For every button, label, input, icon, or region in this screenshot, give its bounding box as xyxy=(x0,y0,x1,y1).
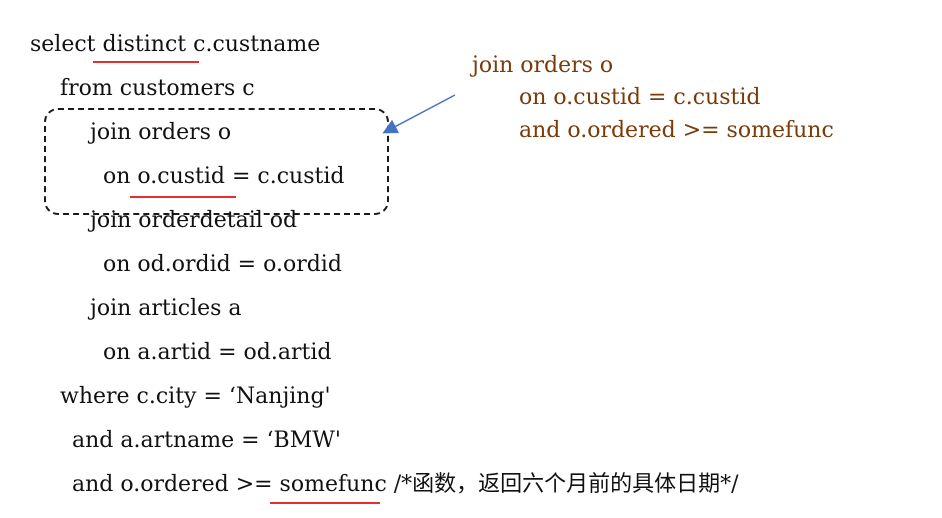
annotation-arrow xyxy=(382,94,456,134)
annotation-line-and: and o.ordered >= somefunc xyxy=(519,118,834,143)
arrow-line xyxy=(382,94,456,134)
annotation-line-join: join orders o xyxy=(472,53,614,78)
annotation-line-on: on o.custid = c.custid xyxy=(519,85,761,110)
